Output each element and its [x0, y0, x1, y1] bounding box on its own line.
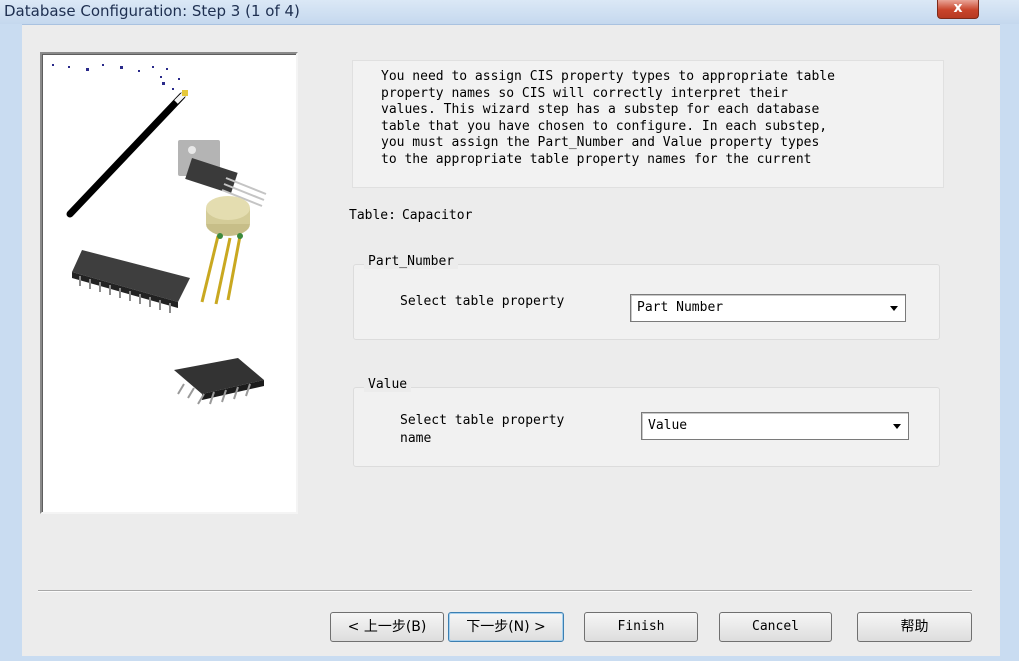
- window-frame-right: [1000, 24, 1019, 661]
- part-number-field-label: Select table property: [400, 294, 565, 309]
- value-group-legend: Value: [364, 377, 412, 392]
- magic-wand-icon: [66, 90, 188, 218]
- close-button[interactable]: x: [937, 0, 979, 19]
- instructions-text: You need to assign CIS property types to…: [381, 69, 835, 167]
- finish-button[interactable]: Finish: [584, 612, 698, 642]
- next-button[interactable]: 下一步(N) >: [448, 612, 564, 642]
- metal-can-transistor-icon: [200, 196, 250, 305]
- dialog-window: Database Configuration: Step 3 (1 of 4) …: [0, 0, 1019, 661]
- window-frame-bottom: [0, 656, 1019, 661]
- transistor-icon: [178, 140, 267, 207]
- chevron-down-icon: [890, 306, 898, 311]
- part-number-select[interactable]: Part Number: [630, 294, 906, 322]
- cancel-button[interactable]: Cancel: [719, 612, 832, 642]
- back-button[interactable]: < 上一步(B): [330, 612, 444, 642]
- chevron-down-icon: [893, 424, 901, 429]
- value-selected-value: Value: [648, 418, 688, 433]
- soic-chip-icon: [174, 358, 264, 405]
- wizard-illustration-panel: [40, 52, 298, 514]
- window-title: Database Configuration: Step 3 (1 of 4): [4, 2, 300, 20]
- window-frame-left: [0, 24, 22, 661]
- dip-chip-icon: [72, 250, 190, 313]
- table-label: Table:: [349, 208, 396, 223]
- wand-and-components-illustration: [52, 64, 267, 405]
- table-value: Capacitor: [401, 208, 473, 223]
- sparkle-icon: [52, 64, 180, 90]
- value-select[interactable]: Value: [641, 412, 909, 440]
- help-button[interactable]: 帮助: [857, 612, 972, 642]
- table-indicator: Table: Capacitor: [349, 208, 472, 223]
- value-field-label: Select table property name: [400, 413, 565, 446]
- part-number-selected-value: Part Number: [637, 300, 724, 315]
- instructions-box[interactable]: You need to assign CIS property types to…: [352, 60, 944, 188]
- title-bar[interactable]: Database Configuration: Step 3 (1 of 4) …: [0, 0, 1019, 25]
- part-number-group-legend: Part_Number: [364, 254, 459, 269]
- close-icon: x: [953, 0, 963, 16]
- button-separator: [38, 590, 972, 592]
